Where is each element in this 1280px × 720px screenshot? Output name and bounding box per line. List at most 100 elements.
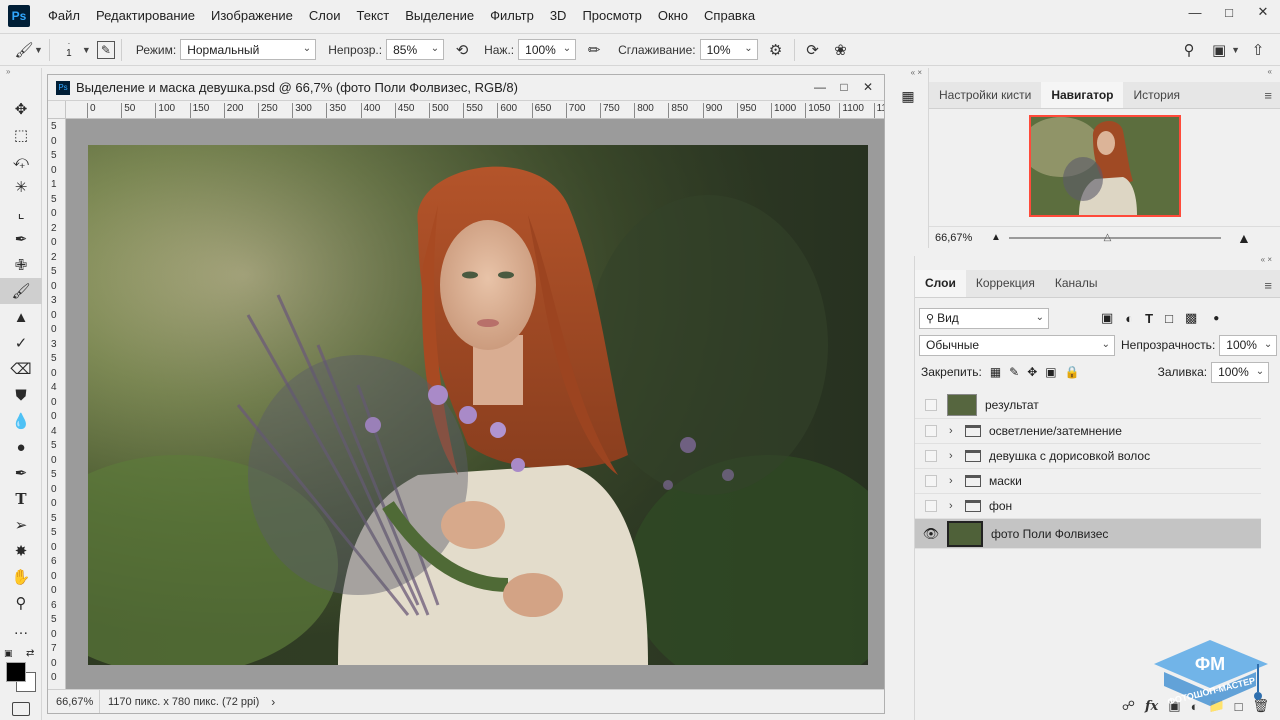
tab-history[interactable]: История — [1123, 82, 1190, 108]
collapse-icon[interactable]: « × — [890, 68, 926, 77]
horizontal-ruler[interactable]: 0 50 100 150 200 250 300 350 400 450 500 550 600 650 7… — [66, 101, 884, 119]
expand-toolbar-icon[interactable]: » — [0, 68, 41, 76]
menu-view[interactable]: Просмотр — [574, 0, 649, 31]
filter-shape-icon[interactable]: □ — [1165, 311, 1173, 326]
symmetry-icon[interactable]: ❀ — [829, 38, 853, 62]
mode-select[interactable]: Нормальный ⌄ — [180, 39, 317, 60]
collapse-icon[interactable]: « — [929, 68, 1280, 76]
brush-size-picker[interactable]: · 1 — [56, 40, 82, 60]
hand-tool-icon[interactable]: ✋ — [0, 564, 42, 590]
filter-adjustment-icon[interactable]: ◐ — [1125, 311, 1133, 326]
filter-pixel-icon[interactable]: ▣ — [1101, 310, 1113, 326]
group-row[interactable]: › девушка с дорисовкой волос — [915, 444, 1261, 469]
lasso-tool-icon[interactable]: ⤽ — [0, 148, 42, 174]
lock-pixels-icon[interactable]: ✎ — [1009, 365, 1019, 379]
layer-row[interactable]: результат — [915, 391, 1261, 419]
chevron-right-icon[interactable]: › — [949, 425, 961, 437]
group-row[interactable]: › фон — [915, 494, 1261, 519]
visibility-toggle[interactable]: 👁 — [915, 519, 947, 549]
marquee-tool-icon[interactable]: ⬚ — [0, 122, 42, 148]
navigator-thumbnail[interactable] — [1029, 115, 1181, 217]
dodge-tool-icon[interactable]: ● — [0, 434, 42, 460]
chevron-down-icon[interactable]: ▼ — [1231, 45, 1240, 55]
doc-restore-button[interactable]: □ — [832, 77, 856, 97]
pressure-size-icon[interactable]: ⟳ — [801, 38, 825, 62]
menu-window[interactable]: Окно — [650, 0, 696, 31]
swap-colors-icon[interactable]: ⇄ — [26, 648, 34, 659]
smoothing-field[interactable]: 10% ⌄ — [699, 39, 758, 60]
visibility-toggle[interactable] — [915, 419, 947, 444]
close-button[interactable]: ✕ — [1246, 0, 1280, 24]
menu-image[interactable]: Изображение — [203, 0, 301, 31]
quick-selection-tool-icon[interactable]: ✳ — [0, 174, 42, 200]
blur-tool-icon[interactable]: 💧 — [0, 408, 42, 434]
visibility-toggle[interactable] — [915, 444, 947, 469]
lock-artboard-icon[interactable]: ▣ — [1045, 365, 1056, 379]
chevron-right-icon[interactable]: › — [949, 475, 961, 487]
visibility-toggle[interactable] — [915, 469, 947, 494]
filter-smart-object-icon[interactable]: ▩ — [1185, 310, 1197, 326]
image-canvas[interactable] — [88, 145, 868, 665]
chevron-right-icon[interactable]: › — [949, 450, 961, 462]
brush-tool-icon[interactable]: 🖌 — [0, 278, 42, 304]
menu-text[interactable]: Текст — [349, 0, 398, 31]
workspace-icon[interactable]: ▣ — [1207, 38, 1231, 62]
filter-type-icon[interactable]: T — [1145, 311, 1153, 326]
layer-opacity-field[interactable]: 100% ⌄ — [1219, 334, 1278, 356]
shape-tool-icon[interactable]: ✸ — [0, 538, 42, 564]
menu-3d[interactable]: 3D — [542, 0, 575, 31]
more-tools-icon[interactable]: … — [0, 616, 42, 642]
menu-file[interactable]: Файл — [40, 0, 88, 31]
menu-select[interactable]: Выделение — [397, 0, 482, 31]
lock-position-icon[interactable]: ✥ — [1027, 365, 1037, 379]
tab-brush-settings[interactable]: Настройки кисти — [929, 82, 1041, 108]
slider-knob[interactable]: △ — [1104, 232, 1112, 243]
pressure-opacity-icon[interactable]: ⟲ — [450, 38, 474, 62]
brush-preset-icon[interactable]: 🖌 — [12, 38, 36, 62]
menu-edit[interactable]: Редактирование — [88, 0, 203, 31]
zoom-in-icon[interactable]: ▲ — [1237, 230, 1251, 246]
navigator-zoom-slider[interactable]: △ — [1009, 232, 1221, 243]
chevron-down-icon[interactable]: ▼ — [82, 45, 91, 55]
lock-all-icon[interactable]: 🔒 — [1065, 365, 1080, 379]
group-row[interactable]: › осветление/затемнение — [915, 419, 1261, 444]
share-icon[interactable]: ⇧ — [1246, 38, 1270, 62]
default-colors-icon[interactable]: ▣ — [4, 648, 13, 659]
color-swatches[interactable]: ▣ ⇄ — [4, 648, 38, 694]
panel-menu-icon[interactable]: ≡ — [1264, 88, 1272, 103]
zoom-tool-icon[interactable]: ⚲ — [0, 590, 42, 616]
foreground-color-swatch[interactable] — [6, 662, 26, 682]
tab-layers[interactable]: Слои — [915, 270, 966, 297]
zoom-out-icon[interactable]: ▲ — [991, 232, 1009, 243]
eraser-tool-icon[interactable]: ⌫ — [0, 356, 42, 382]
lock-transparency-icon[interactable]: ▦ — [990, 365, 1001, 379]
panel-menu-icon[interactable]: ≡ — [1264, 278, 1272, 293]
maximize-button[interactable]: □ — [1212, 0, 1246, 24]
blend-mode-select[interactable]: Обычные ⌄ — [919, 334, 1115, 356]
clone-stamp-tool-icon[interactable]: ▲ — [0, 304, 42, 330]
chevron-right-icon[interactable]: › — [271, 695, 275, 709]
zoom-level-field[interactable]: 66,67% — [48, 690, 100, 713]
visibility-toggle[interactable] — [915, 392, 947, 417]
gear-icon[interactable]: ⚙ — [764, 38, 788, 62]
type-tool-icon[interactable]: T — [0, 486, 42, 512]
menu-layers[interactable]: Слои — [301, 0, 349, 31]
opacity-field[interactable]: 85% ⌄ — [386, 39, 445, 60]
search-icon[interactable]: ⚲ — [1177, 38, 1201, 62]
ruler-origin[interactable] — [48, 101, 66, 119]
path-selection-tool-icon[interactable]: ➢ — [0, 512, 42, 538]
navigator-zoom-value[interactable]: 66,67% — [935, 232, 991, 244]
visibility-toggle[interactable] — [915, 494, 947, 519]
paint-bucket-tool-icon[interactable]: ⛊ — [0, 382, 42, 408]
properties-panel-icon[interactable]: ▦ — [897, 85, 919, 107]
group-row[interactable]: › маски — [915, 469, 1261, 494]
layer-filter-select[interactable]: ⚲ Вид ⌄ — [919, 307, 1049, 329]
tab-navigator[interactable]: Навигатор — [1041, 82, 1124, 108]
layer-row-selected[interactable]: 👁 фото Поли Фолвизес — [915, 519, 1261, 549]
filter-toggle-icon[interactable]: ● — [1213, 313, 1219, 324]
chevron-right-icon[interactable]: › — [949, 500, 961, 512]
move-tool-icon[interactable]: ✥ — [0, 96, 42, 122]
eyedropper-tool-icon[interactable]: ✒ — [0, 226, 42, 252]
menu-filter[interactable]: Фильтр — [482, 0, 542, 31]
tab-channels[interactable]: Каналы — [1045, 270, 1108, 297]
